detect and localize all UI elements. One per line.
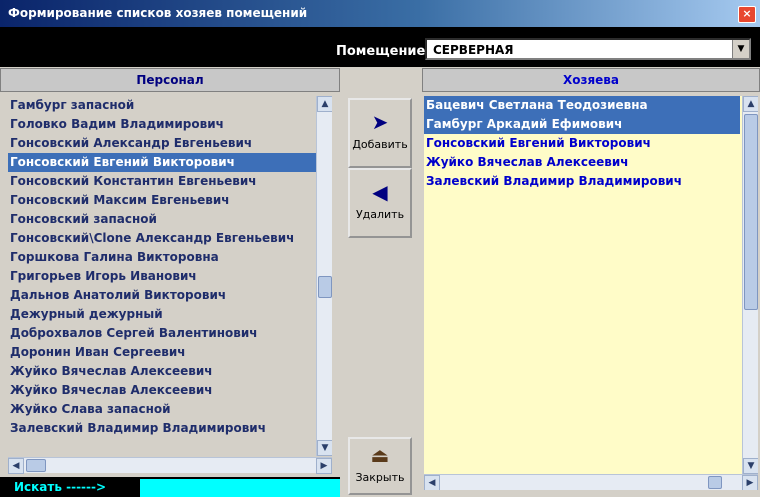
staff-list-item[interactable]: Гонсовский Максим Евгеньевич <box>8 191 316 210</box>
owners-list[interactable]: Бацевич Светлана Теодозиевна Гамбург Арка… <box>424 96 758 490</box>
close-window-button[interactable]: × <box>738 6 756 23</box>
staff-list-item[interactable]: Жуйко Вячеслав Алексеевич <box>8 381 316 400</box>
staff-list-item[interactable]: Гонсовский\Clone Александр Евгеньевич <box>8 229 316 248</box>
action-column: ➤ Добавить ◀ Удалить ⏏ Закрыть <box>340 68 422 497</box>
scroll-thumb[interactable] <box>744 114 758 310</box>
scroll-down-icon[interactable]: ▼ <box>317 440 332 456</box>
remove-button-label: Удалить <box>355 208 405 221</box>
staff-list-item[interactable]: Гонсовский запасной <box>8 210 316 229</box>
scroll-right-icon[interactable]: ▶ <box>742 475 758 490</box>
staff-vertical-scrollbar[interactable]: ▲ ▼ <box>316 96 332 456</box>
staff-list-item[interactable]: Гонсовский Александр Евгеньевич <box>8 134 316 153</box>
staff-horizontal-scrollbar[interactable]: ◀ ▶ <box>8 457 332 474</box>
staff-list-item[interactable]: Григорьев Игорь Иванович <box>8 267 316 286</box>
owners-list-item[interactable]: Залевский Владимир Владимирович <box>424 172 740 191</box>
owners-list-item[interactable]: Гонсовский Евгений Викторович <box>424 134 740 153</box>
dialog-window: Формирование списков хозяев помещений × … <box>0 0 760 497</box>
arrow-right-icon: ➤ <box>371 110 389 134</box>
owners-list-item[interactable]: Гамбург Аркадий Ефимович <box>424 115 740 134</box>
scroll-thumb[interactable] <box>26 459 46 472</box>
remove-button[interactable]: ◀ Удалить <box>348 168 412 238</box>
staff-list-item[interactable]: Дальнов Анатолий Викторович <box>8 286 316 305</box>
owners-list-item[interactable]: Бацевич Светлана Теодозиевна <box>424 96 740 115</box>
staff-panel: Персонал Гамбург запасной Головко Вадим В… <box>0 68 340 497</box>
arrow-left-icon: ◀ <box>372 180 388 204</box>
scroll-thumb[interactable] <box>708 476 722 489</box>
owners-header: Хозяева <box>422 68 760 92</box>
door-icon: ⏏ <box>370 443 390 467</box>
staff-list-item[interactable]: Доронин Иван Сергеевич <box>8 343 316 362</box>
close-button-label: Закрыть <box>355 471 405 484</box>
staff-list-item[interactable]: Гамбург запасной <box>8 96 316 115</box>
owners-horizontal-scrollbar[interactable]: ◀ ▶ <box>424 474 758 490</box>
scroll-up-icon[interactable]: ▲ <box>743 96 758 112</box>
staff-list-item[interactable]: Гонсовский Константин Евгеньевич <box>8 172 316 191</box>
scroll-right-icon[interactable]: ▶ <box>316 458 332 474</box>
close-button[interactable]: ⏏ Закрыть <box>348 437 412 495</box>
staff-header: Персонал <box>0 68 340 92</box>
scroll-left-icon[interactable]: ◀ <box>424 475 440 490</box>
staff-list-item[interactable]: Головко Вадим Владимирович <box>8 115 316 134</box>
scroll-left-icon[interactable]: ◀ <box>8 458 24 474</box>
staff-list-item[interactable]: Жуйко Слава запасной <box>8 400 316 419</box>
staff-list-item[interactable]: Залевский Владимир Владимирович <box>8 419 316 438</box>
scroll-up-icon[interactable]: ▲ <box>317 96 332 112</box>
add-button-label: Добавить <box>352 138 408 151</box>
owners-list-item[interactable]: Жуйко Вячеслав Алексеевич <box>424 153 740 172</box>
window-title: Формирование списков хозяев помещений <box>8 6 308 20</box>
staff-list-item[interactable]: Жуйко Вячеслав Алексеевич <box>8 362 316 381</box>
staff-list-item[interactable]: Дежурный дежурный <box>8 305 316 324</box>
scroll-down-icon[interactable]: ▼ <box>743 458 758 474</box>
search-bar: Искать ------> <box>0 477 340 497</box>
title-bar[interactable]: Формирование списков хозяев помещений × <box>0 0 760 27</box>
room-label: Помещение: <box>336 44 431 59</box>
scroll-thumb[interactable] <box>318 276 332 298</box>
chevron-down-icon[interactable]: ▼ <box>732 40 749 58</box>
add-button[interactable]: ➤ Добавить <box>348 98 412 168</box>
staff-list[interactable]: Гамбург запасной Головко Вадим Владимиров… <box>8 96 332 456</box>
search-input[interactable] <box>140 479 340 497</box>
staff-list-item[interactable]: Доброхвалов Сергей Валентинович <box>8 324 316 343</box>
staff-list-item[interactable]: Горшкова Галина Викторовна <box>8 248 316 267</box>
search-label: Искать ------> <box>14 480 107 494</box>
room-select[interactable]: СЕРВЕРНАЯ ▼ <box>425 38 751 60</box>
room-selected-value: СЕРВЕРНАЯ <box>433 43 514 57</box>
owners-vertical-scrollbar[interactable]: ▲ ▼ <box>742 96 758 474</box>
staff-list-item[interactable]: Гонсовский Евгений Викторович <box>8 153 316 172</box>
owners-panel: Хозяева Бацевич Светлана Теодозиевна Гамб… <box>422 68 760 497</box>
